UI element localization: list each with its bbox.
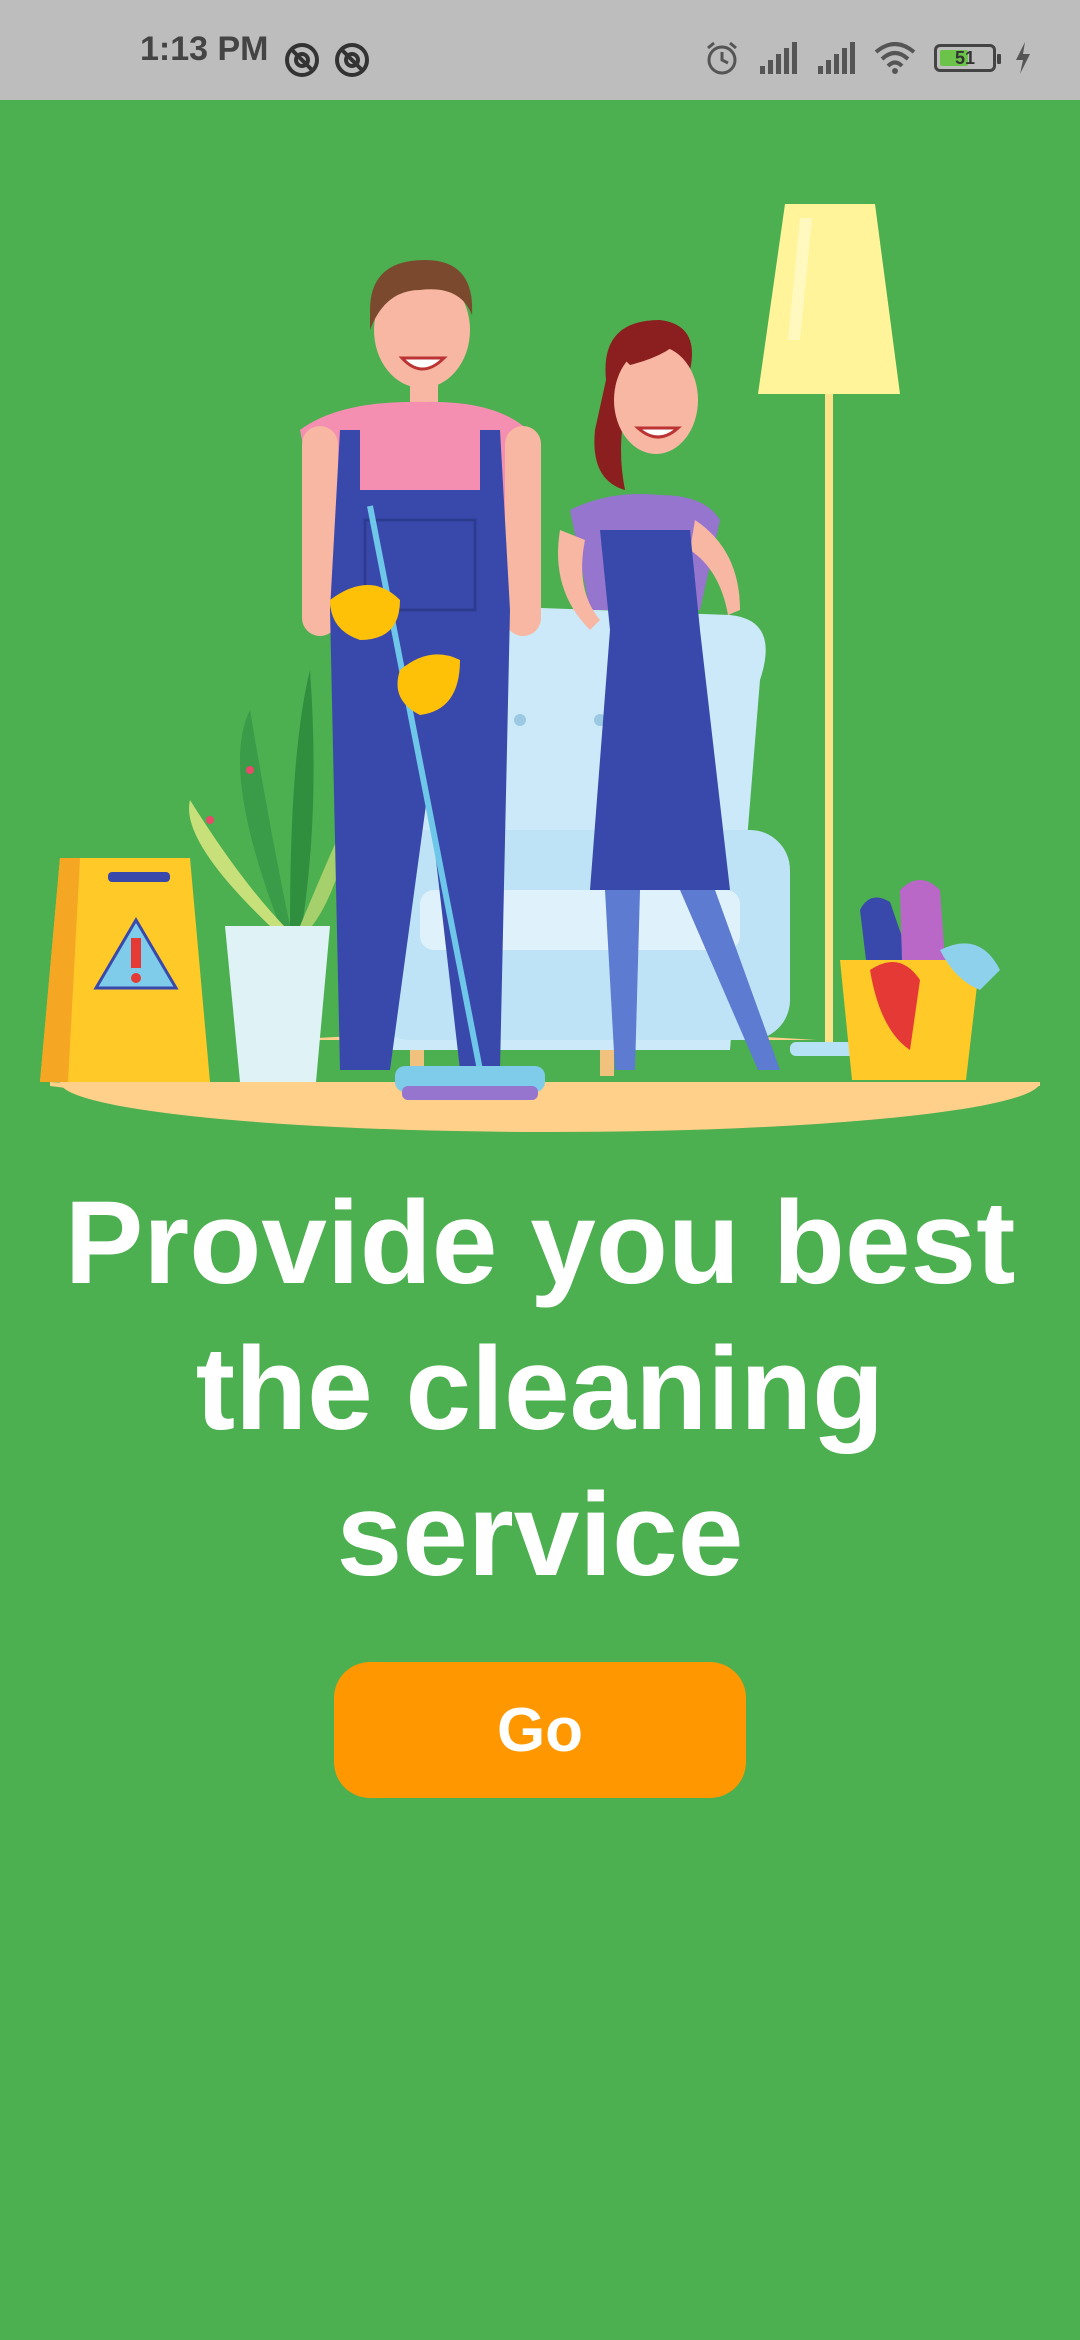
status-right-icons: 51 (704, 40, 1032, 76)
battery-icon: 51 (934, 44, 1001, 72)
signal-icon (760, 42, 797, 74)
charging-icon (1016, 42, 1030, 74)
sync-icon (285, 43, 319, 77)
status-bar: 1:13 PM 51 (0, 0, 1080, 100)
cleaning-illustration (40, 204, 1040, 1132)
alarm-icon (707, 41, 737, 75)
status-time: 1:13 PM (140, 30, 269, 68)
signal-icon (818, 42, 855, 74)
onboarding-headline: Provide you best the cleaning service (64, 1177, 1016, 1601)
go-button[interactable]: Go (334, 1662, 746, 1798)
battery-level: 51 (954, 47, 976, 68)
sync-icon (335, 43, 369, 77)
status-left-icons (284, 42, 370, 78)
wet-floor-sign (40, 858, 210, 1082)
wifi-icon (874, 42, 916, 74)
